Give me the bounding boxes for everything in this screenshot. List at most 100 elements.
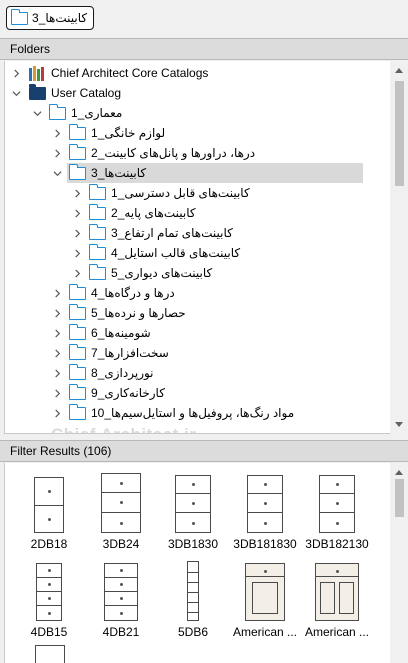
tree-item-label: کابینت‌های قابل دسترسی_1 <box>111 186 250 200</box>
chevron-right-icon[interactable] <box>52 308 62 318</box>
results-scrollbar[interactable] <box>391 463 408 663</box>
result-caption: 2DB18 <box>30 537 68 551</box>
tree-item-accessible-cabinets[interactable]: کابینت‌های قابل دسترسی_1 <box>89 183 250 203</box>
tree-item-full-height-cabinets[interactable]: کابینت‌های تمام ارتفاع_3 <box>89 223 233 243</box>
tree-item-materials[interactable]: مواد رنگ‌ها، پروفیل‌ها و استایل‌سیم‌ها_1… <box>69 403 294 423</box>
result-caption: 3DB1830 <box>167 537 219 551</box>
tree-item-base-cabinets[interactable]: کابینت‌های پایه_2 <box>89 203 196 223</box>
result-caption: 4DB15 <box>30 625 68 639</box>
tree-item-doors-drawers-panels[interactable]: درها، دراورها و پانل‌های کابینت_2 <box>69 143 255 163</box>
books-icon <box>29 65 46 81</box>
result-tile[interactable]: American ... <box>229 555 301 641</box>
tree-item-user-catalog[interactable]: User Catalog <box>29 83 121 103</box>
folder-icon <box>29 83 46 100</box>
tree-item-cabinets[interactable]: کابینت‌ها_3 <box>67 163 363 183</box>
result-caption: 3DB181830 <box>233 537 297 551</box>
cabinet-thumbnail <box>234 467 296 533</box>
folder-tree-scrollbar[interactable] <box>391 61 408 434</box>
breadcrumb-bar: کابینت‌ها_3 <box>0 0 408 36</box>
tree-item-label: شومینه‌ها_6 <box>91 326 151 340</box>
folder-icon <box>49 103 66 120</box>
tree-item-style-cabinets[interactable]: کابینت‌های قالب استایل_4 <box>89 243 240 263</box>
cabinet-thumbnail <box>90 555 152 621</box>
result-caption: 5DB6 <box>177 625 209 639</box>
tree-item-appliances[interactable]: لوازم خانگی_1 <box>69 123 165 143</box>
tree-item-millwork[interactable]: کارخانه‌کاری_9 <box>69 383 165 403</box>
tree-item-hardware[interactable]: سخت‌افزارها_7 <box>69 343 169 363</box>
tree-item-label: کابینت‌های تمام ارتفاع_3 <box>111 226 233 240</box>
scroll-up-arrow-icon[interactable] <box>395 68 403 73</box>
chevron-right-icon[interactable] <box>52 368 62 378</box>
result-tile[interactable]: 3DB24 <box>85 467 157 553</box>
tree-item-doors-doorways[interactable]: درها و درگاه‌ها_4 <box>69 283 175 303</box>
tree-item-label: درها، دراورها و پانل‌های کابینت_2 <box>91 146 256 160</box>
chevron-down-icon[interactable] <box>32 108 42 118</box>
chevron-right-icon[interactable] <box>52 288 62 298</box>
result-caption: American ... <box>232 625 298 639</box>
folder-icon <box>89 183 106 200</box>
chevron-right-icon[interactable] <box>52 128 62 138</box>
chevron-right-icon[interactable] <box>72 248 82 258</box>
tree-item-label: Chief Architect Core Catalogs <box>51 66 209 80</box>
results-panel-header: Filter Results (106) <box>0 440 408 462</box>
scrollbar-thumb[interactable] <box>395 479 404 517</box>
cabinet-thumbnail <box>90 467 152 533</box>
scroll-down-arrow-icon[interactable] <box>395 422 403 427</box>
tree-item-architecture[interactable]: معماری_1 <box>49 103 122 123</box>
chevron-down-icon[interactable] <box>52 168 62 178</box>
tree-item-wall-cabinets[interactable]: کابینت‌های دیواری_5 <box>89 263 212 283</box>
tree-item-core-catalogs[interactable]: Chief Architect Core Catalogs <box>29 63 208 83</box>
result-tile[interactable]: American ... <box>301 555 373 641</box>
chevron-right-icon[interactable] <box>11 68 21 78</box>
folder-icon <box>69 403 86 420</box>
scrollbar-thumb[interactable] <box>395 81 404 186</box>
folders-panel-title: Folders <box>10 42 51 56</box>
folder-icon <box>69 283 86 300</box>
result-tile[interactable]: 4DB21 <box>85 555 157 641</box>
tree-item-label: کابینت‌های دیواری_5 <box>111 266 213 280</box>
tree-item-fireplaces[interactable]: شومینه‌ها_6 <box>69 323 151 343</box>
tree-item-lighting[interactable]: نورپردازی_8 <box>69 363 154 383</box>
chevron-right-icon[interactable] <box>52 388 62 398</box>
tree-item-label: کابینت‌های پایه_2 <box>111 206 196 220</box>
chevron-down-icon[interactable] <box>11 88 21 98</box>
cabinet-thumbnail <box>162 467 224 533</box>
tree-item-label: درها و درگاه‌ها_4 <box>91 286 175 300</box>
chevron-right-icon[interactable] <box>72 208 82 218</box>
results-panel-title: Filter Results (106) <box>10 444 112 458</box>
chevron-right-icon[interactable] <box>52 148 62 158</box>
cabinet-thumbnail <box>306 467 368 533</box>
folder-icon <box>89 223 106 240</box>
result-tile[interactable]: 4DB15 <box>13 555 85 641</box>
chevron-right-icon[interactable] <box>72 228 82 238</box>
chevron-right-icon[interactable] <box>72 268 82 278</box>
result-tile[interactable]: 3DB181830 <box>229 467 301 553</box>
result-tile[interactable]: 2DB18 <box>13 467 85 553</box>
folder-icon <box>69 123 86 140</box>
breadcrumb-label: کابینت‌ها_3 <box>32 11 88 25</box>
folder-icon <box>69 323 86 340</box>
tree-item-label: کارخانه‌کاری_9 <box>91 386 165 400</box>
chevron-right-icon[interactable] <box>52 348 62 358</box>
cabinet-thumbnail <box>35 645 65 663</box>
chevron-right-icon[interactable] <box>52 328 62 338</box>
chevron-right-icon[interactable] <box>52 408 62 418</box>
scroll-up-arrow-icon[interactable] <box>395 470 403 475</box>
folder-icon <box>69 383 86 400</box>
folder-icon <box>89 263 106 280</box>
folder-icon <box>89 203 106 220</box>
chevron-right-icon[interactable] <box>72 188 82 198</box>
tree-item-fences-railings[interactable]: حصارها و نرده‌ها_5 <box>69 303 186 323</box>
result-tile[interactable]: 3DB182130 <box>301 467 373 553</box>
folders-panel-header: Folders <box>0 38 408 60</box>
result-caption: 3DB182130 <box>305 537 369 551</box>
folder-tree[interactable]: Chief Architect Core Catalogs User Catal… <box>4 61 390 434</box>
result-tile[interactable]: 3DB1830 <box>157 467 229 553</box>
result-tile[interactable]: 5DB6 <box>157 555 229 641</box>
tree-item-label: حصارها و نرده‌ها_5 <box>91 306 186 320</box>
folder-icon <box>11 8 28 25</box>
cabinet-thumbnail <box>306 555 368 621</box>
tree-item-label: User Catalog <box>51 86 122 100</box>
breadcrumb-folder-button[interactable]: کابینت‌ها_3 <box>6 6 95 30</box>
watermark: Chief Architect.ir <box>51 425 196 433</box>
